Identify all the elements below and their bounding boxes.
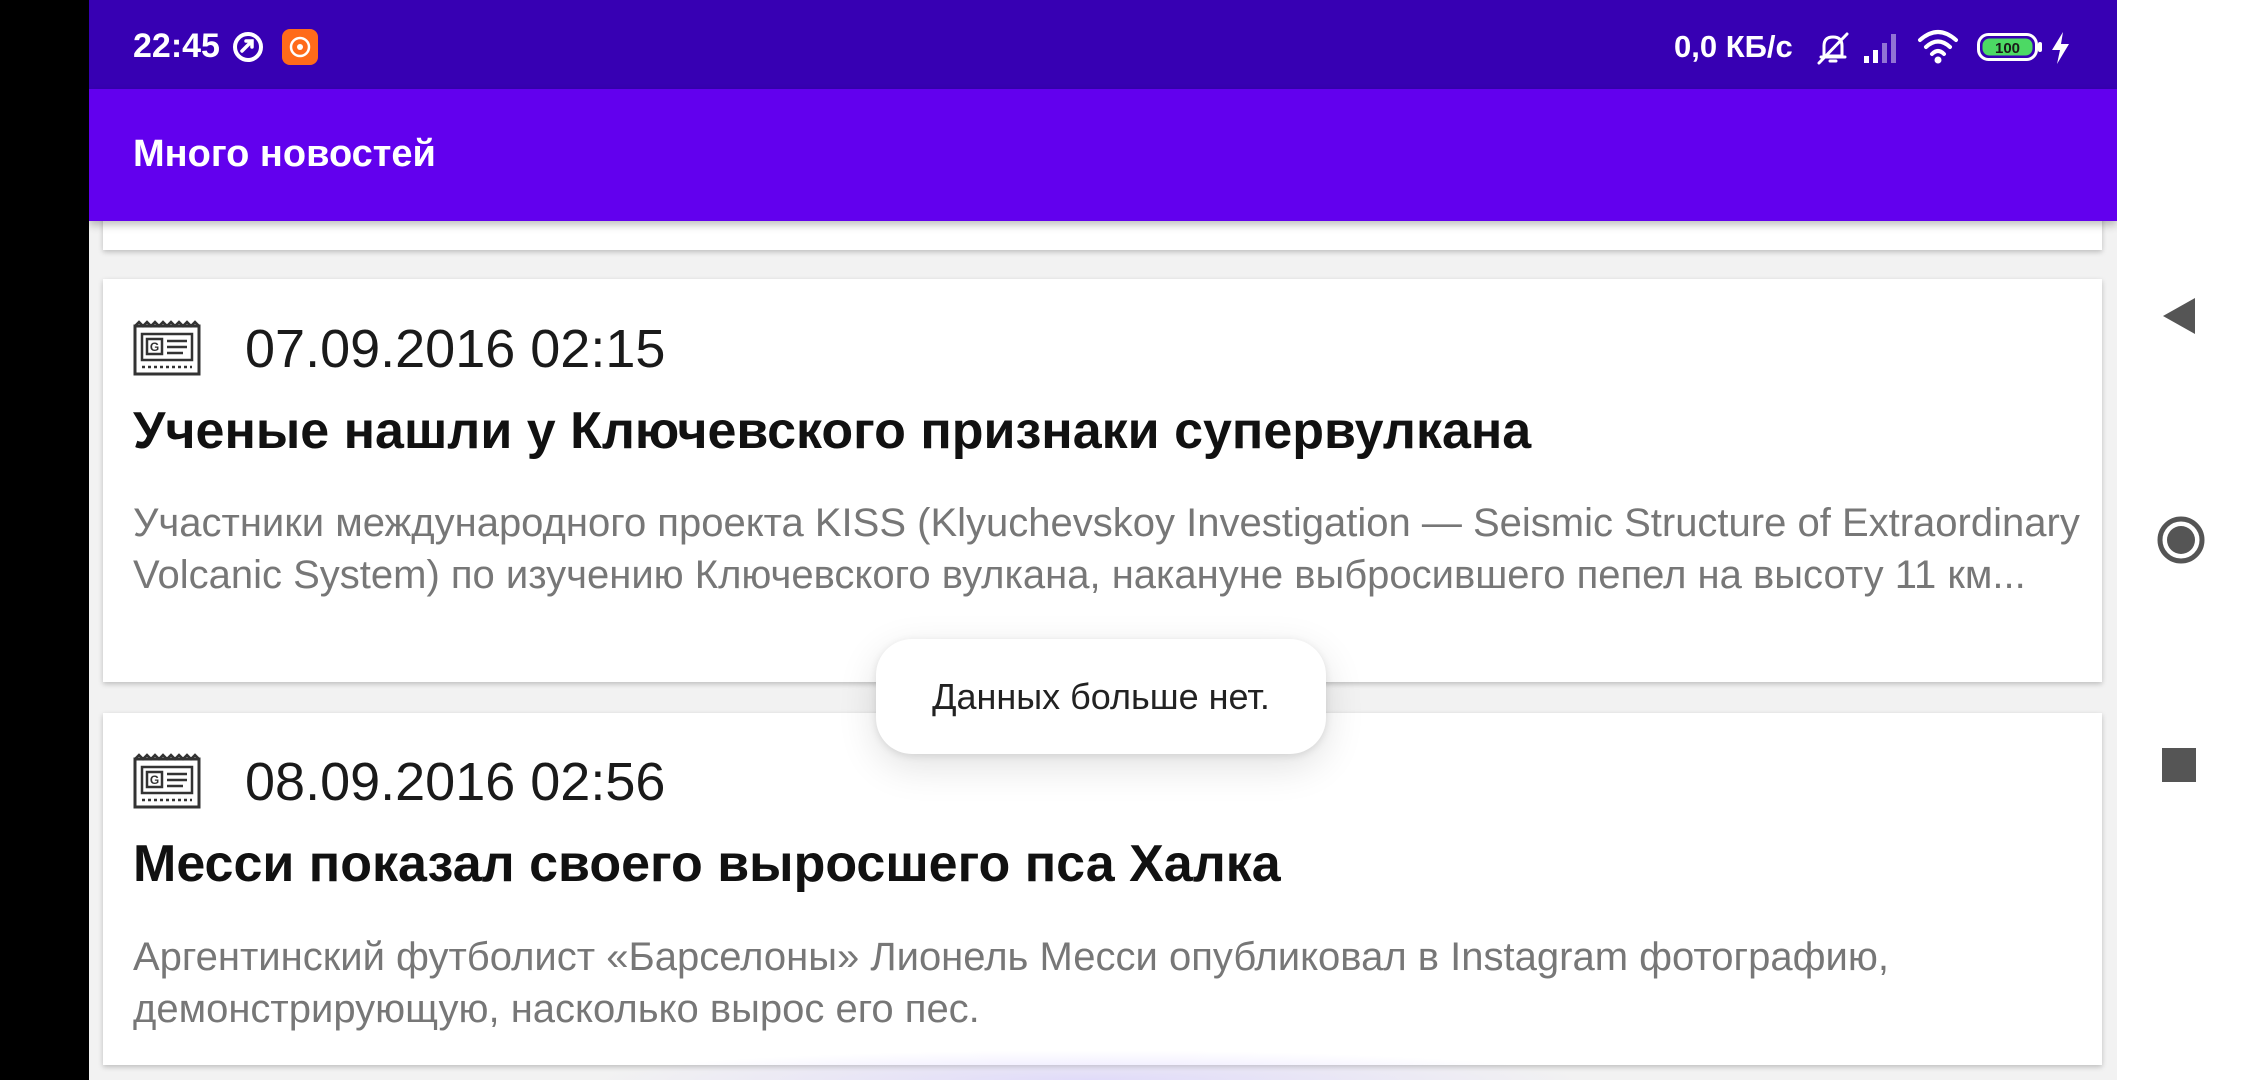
status-time: 22:45 — [133, 27, 220, 65]
signal-icon — [1862, 30, 1902, 69]
news-title: Ученые нашли у Ключевского признаки супе… — [133, 402, 1532, 460]
app-title: Много новостей — [133, 133, 436, 175]
newspaper-icon: G — [133, 751, 201, 814]
app-screen: 22:45 0,0 КБ/с 100 Много новостей G 07.0… — [89, 0, 2117, 1080]
navigation-bar — [2117, 0, 2246, 1080]
bell-off-icon — [1815, 30, 1851, 71]
battery-icon: 100 — [1977, 33, 2043, 66]
wifi-icon — [1917, 28, 1959, 69]
home-icon[interactable] — [2156, 515, 2206, 570]
toast-message: Данных больше нет. — [876, 639, 1326, 754]
back-icon[interactable] — [2161, 296, 2197, 341]
network-speed: 0,0 КБ/с — [1674, 29, 1793, 64]
app-bar: Много новостей — [89, 89, 2117, 221]
news-card[interactable]: G 08.09.2016 02:56 Месси показал своего … — [103, 713, 2102, 1065]
news-card[interactable]: G 07.09.2016 02:15 Ученые нашли у Ключев… — [103, 279, 2102, 682]
news-title: Месси показал своего выросшего пса Халка — [133, 835, 1281, 893]
news-date: 07.09.2016 02:15 — [245, 319, 666, 379]
news-date: 08.09.2016 02:56 — [245, 752, 666, 812]
status-bar: 22:45 0,0 КБ/с 100 — [89, 0, 2117, 89]
news-description: Участники международного проекта KISS (K… — [133, 501, 2080, 597]
battery-level: 100 — [1995, 40, 2020, 57]
charging-icon — [2049, 31, 2071, 70]
bottom-gesture-glow — [589, 1050, 1589, 1080]
screen-recorder-icon — [282, 29, 318, 70]
recents-icon[interactable] — [2161, 747, 2197, 788]
newspaper-icon: G — [133, 318, 201, 381]
sync-icon — [232, 31, 264, 68]
svg-text:G: G — [150, 340, 159, 354]
news-description: Аргентинский футболист «Барселоны» Лионе… — [133, 935, 1889, 1031]
svg-text:G: G — [150, 773, 159, 787]
